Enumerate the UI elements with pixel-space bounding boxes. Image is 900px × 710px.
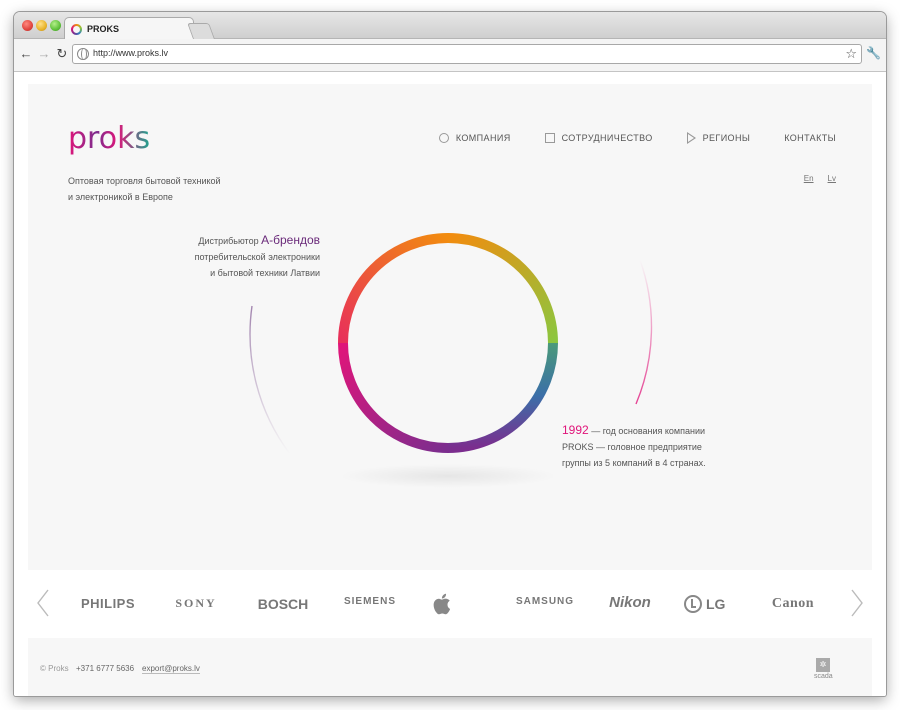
hero-section: proks Оптовая торговля бытовой техникой … bbox=[28, 84, 872, 570]
zoom-window-button[interactable] bbox=[50, 20, 61, 31]
minimize-window-button[interactable] bbox=[36, 20, 47, 31]
back-arrow-icon[interactable]: ← bbox=[18, 46, 34, 62]
footer-copyright: © Proks bbox=[40, 664, 69, 673]
studio-credit[interactable]: scada bbox=[814, 658, 833, 680]
footer-phone[interactable]: +371 6777 5636 bbox=[76, 664, 134, 673]
tab-title: PROKS bbox=[87, 24, 120, 34]
brand-lg[interactable]: LG bbox=[684, 592, 744, 616]
apple-logo-icon[interactable] bbox=[433, 592, 453, 616]
founded-text: 1992 — год основания компании PROKS — го… bbox=[562, 422, 706, 471]
ring-arc-top-right bbox=[447, 233, 558, 344]
distributor-highlight: А-брендов bbox=[261, 233, 320, 247]
globe-icon bbox=[77, 48, 89, 60]
outer-arc-right bbox=[635, 259, 653, 405]
browser-titlebar: PROKS bbox=[14, 12, 886, 40]
browser-toolbar: ← → ↻ http://www.proks.lv ☆ 🔧 bbox=[14, 39, 886, 72]
carousel-prev-arrow-icon[interactable] bbox=[36, 588, 50, 618]
brand-siemens[interactable]: SIEMENS bbox=[328, 596, 412, 607]
url-text[interactable]: http://www.proks.lv bbox=[93, 48, 168, 58]
carousel-next-arrow-icon[interactable] bbox=[850, 588, 864, 618]
brand-sony[interactable]: SONY bbox=[156, 596, 236, 611]
distributor-line: и бытовой техники Латвии bbox=[210, 268, 320, 278]
new-tab-button[interactable] bbox=[187, 23, 215, 39]
ring-arc-top-left bbox=[338, 233, 449, 344]
reload-icon[interactable]: ↻ bbox=[54, 46, 70, 62]
close-window-button[interactable] bbox=[22, 20, 33, 31]
browser-window: PROKS ← → ↻ http://www.proks.lv ☆ 🔧 prok… bbox=[14, 12, 886, 696]
brand-philips[interactable]: PHILIPS bbox=[68, 596, 148, 611]
footer: © Proks +371 6777 5636 export@proks.lv s… bbox=[28, 638, 872, 696]
outer-arc-left bbox=[249, 305, 291, 455]
address-bar[interactable]: http://www.proks.lv ☆ bbox=[72, 44, 862, 64]
brand-nikon[interactable]: Nikon bbox=[594, 594, 666, 611]
ring-arc-bottom-right bbox=[447, 342, 558, 453]
color-ring-graphic bbox=[249, 233, 653, 455]
distributor-text: Дистрибьютор А-брендов потребительской э… bbox=[195, 232, 320, 281]
wrench-icon[interactable]: 🔧 bbox=[866, 46, 881, 60]
ring-arc-bottom-left bbox=[338, 342, 449, 453]
lg-logo-icon bbox=[684, 595, 702, 613]
brand-samsung[interactable]: SAMSUNG bbox=[498, 596, 592, 607]
distributor-prefix: Дистрибьютор bbox=[198, 236, 262, 246]
brand-canon[interactable]: Canon bbox=[758, 596, 828, 612]
scada-logo-icon bbox=[816, 658, 830, 672]
founded-line: группы из 5 компаний в 4 странах. bbox=[562, 458, 706, 468]
founded-rest: — год основания компании bbox=[588, 426, 706, 436]
favicon-icon bbox=[71, 23, 82, 35]
lg-label: LG bbox=[706, 596, 726, 612]
page-viewport: proks Оптовая торговля бытовой техникой … bbox=[14, 72, 886, 696]
studio-label: scada bbox=[814, 673, 833, 680]
founded-line: PROKS — головное предприятие bbox=[562, 442, 702, 452]
distributor-line: потребительской электроники bbox=[194, 252, 320, 262]
founded-year: 1992 bbox=[562, 423, 589, 437]
footer-email-link[interactable]: export@proks.lv bbox=[142, 664, 200, 674]
brand-bosch[interactable]: BOSCH bbox=[240, 596, 326, 612]
bookmark-star-icon[interactable]: ☆ bbox=[845, 46, 857, 62]
forward-arrow-icon[interactable]: → bbox=[36, 46, 52, 62]
browser-tab[interactable]: PROKS bbox=[64, 17, 194, 40]
brands-carousel: PHILIPS SONY BOSCH SIEMENS SAMSUNG Nikon… bbox=[28, 570, 872, 638]
